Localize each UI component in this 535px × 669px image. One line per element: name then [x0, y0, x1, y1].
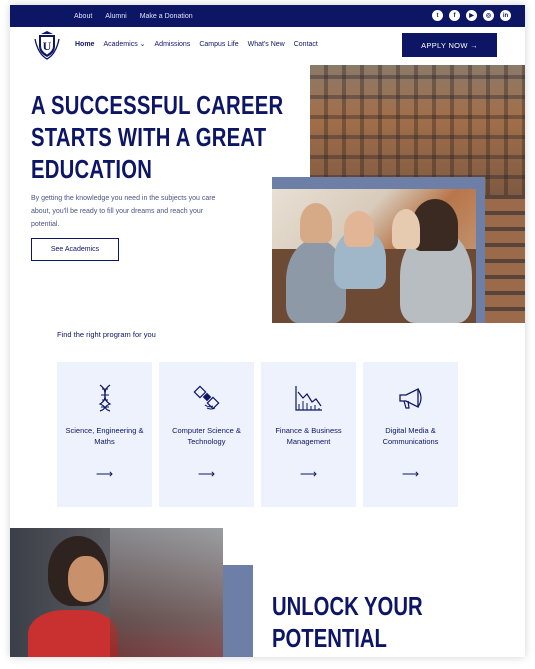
lecture-hall-photo: [310, 65, 525, 195]
nav-home[interactable]: Home: [75, 41, 94, 48]
nav-campus-life[interactable]: Campus Life: [199, 41, 238, 48]
chart-icon: [261, 384, 356, 412]
hero-title-line: A SUCCESSFUL CAREER: [31, 90, 284, 120]
linkedin-icon[interactable]: in: [500, 10, 511, 21]
program-card-label: Finance & Business Management: [275, 426, 342, 446]
instagram-icon[interactable]: ◎: [483, 10, 494, 21]
see-academics-button[interactable]: See Academics: [31, 238, 119, 261]
megaphone-icon: [363, 384, 458, 412]
top-bar: About Alumni Make a Donation t f ▶ ◎ in: [10, 5, 525, 27]
arrow-right-icon: ⟶: [95, 467, 114, 481]
arrow-right-icon: ⟶: [401, 467, 420, 481]
programs-heading: Find the right program for you: [57, 330, 156, 339]
facebook-icon[interactable]: f: [449, 10, 460, 21]
apply-now-button[interactable]: APPLY NOW →: [402, 33, 497, 57]
page-frame: About Alumni Make a Donation t f ▶ ◎ in …: [10, 5, 525, 657]
lecture-hall-photo-edge: [485, 195, 525, 323]
nav-contact[interactable]: Contact: [294, 41, 318, 48]
logo-letter: U: [43, 39, 52, 53]
program-card-computer-science[interactable]: Computer Science & Technology ⟶: [159, 362, 254, 507]
nav-whats-new[interactable]: What's New: [248, 41, 285, 48]
youtube-icon[interactable]: ▶: [466, 10, 477, 21]
hero-title-line: STARTS WITH A GREAT: [31, 122, 267, 152]
twitter-icon[interactable]: t: [432, 10, 443, 21]
top-link-alumni[interactable]: Alumni: [105, 13, 126, 20]
main-nav: Home Academics ⌄ Admissions Campus Life …: [75, 40, 318, 49]
hero-description: By getting the knowledge you need in the…: [31, 195, 216, 228]
top-link-donation[interactable]: Make a Donation: [140, 13, 193, 20]
nav-academics[interactable]: Academics ⌄: [103, 40, 145, 48]
university-logo[interactable]: U: [32, 30, 62, 60]
arrow-right-icon: ⟶: [197, 467, 216, 481]
nav-academics-label: Academics: [103, 41, 138, 48]
program-card-label: Computer Science & Technology: [172, 426, 241, 446]
program-card-label: Science, Engineering & Maths: [65, 426, 144, 446]
unlock-title-line: POTENTIAL: [272, 623, 387, 653]
unlock-title-line: UNLOCK YOUR: [272, 591, 423, 621]
hero-title: A SUCCESSFUL CAREER STARTS WITH A GREAT …: [31, 89, 284, 185]
program-card-digital-media[interactable]: Digital Media & Communications ⟶: [363, 362, 458, 507]
chevron-down-icon: ⌄: [139, 41, 146, 48]
top-links: About Alumni Make a Donation: [74, 5, 193, 27]
top-link-about[interactable]: About: [74, 13, 92, 20]
program-card-label: Digital Media & Communications: [382, 426, 439, 446]
students-photo: [272, 189, 476, 323]
social-links: t f ▶ ◎ in: [432, 10, 511, 21]
hero-title-line: EDUCATION: [31, 154, 153, 184]
accent-block-bottom: [223, 565, 253, 657]
program-card-finance[interactable]: Finance & Business Management ⟶: [261, 362, 356, 507]
program-card-science[interactable]: Science, Engineering & Maths ⟶: [57, 362, 152, 507]
dna-icon: [57, 384, 152, 412]
student-portrait-photo: [10, 528, 223, 657]
unlock-title: UNLOCK YOUR POTENTIAL: [272, 590, 423, 654]
satellite-icon: [159, 384, 254, 412]
arrow-right-icon: ⟶: [299, 467, 318, 481]
nav-admissions[interactable]: Admissions: [155, 41, 191, 48]
